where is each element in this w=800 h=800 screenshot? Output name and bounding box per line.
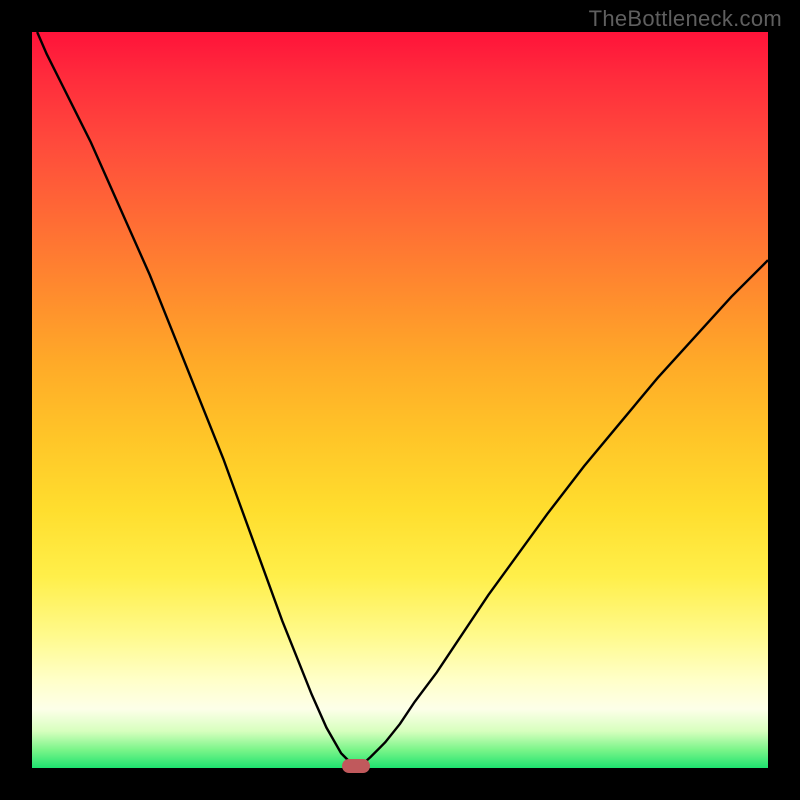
optimal-marker (342, 759, 370, 773)
bottleneck-curve (37, 32, 768, 766)
plot-area (32, 32, 768, 768)
watermark-text: TheBottleneck.com (589, 6, 782, 32)
chart-frame: TheBottleneck.com (0, 0, 800, 800)
curve-svg (32, 32, 768, 768)
